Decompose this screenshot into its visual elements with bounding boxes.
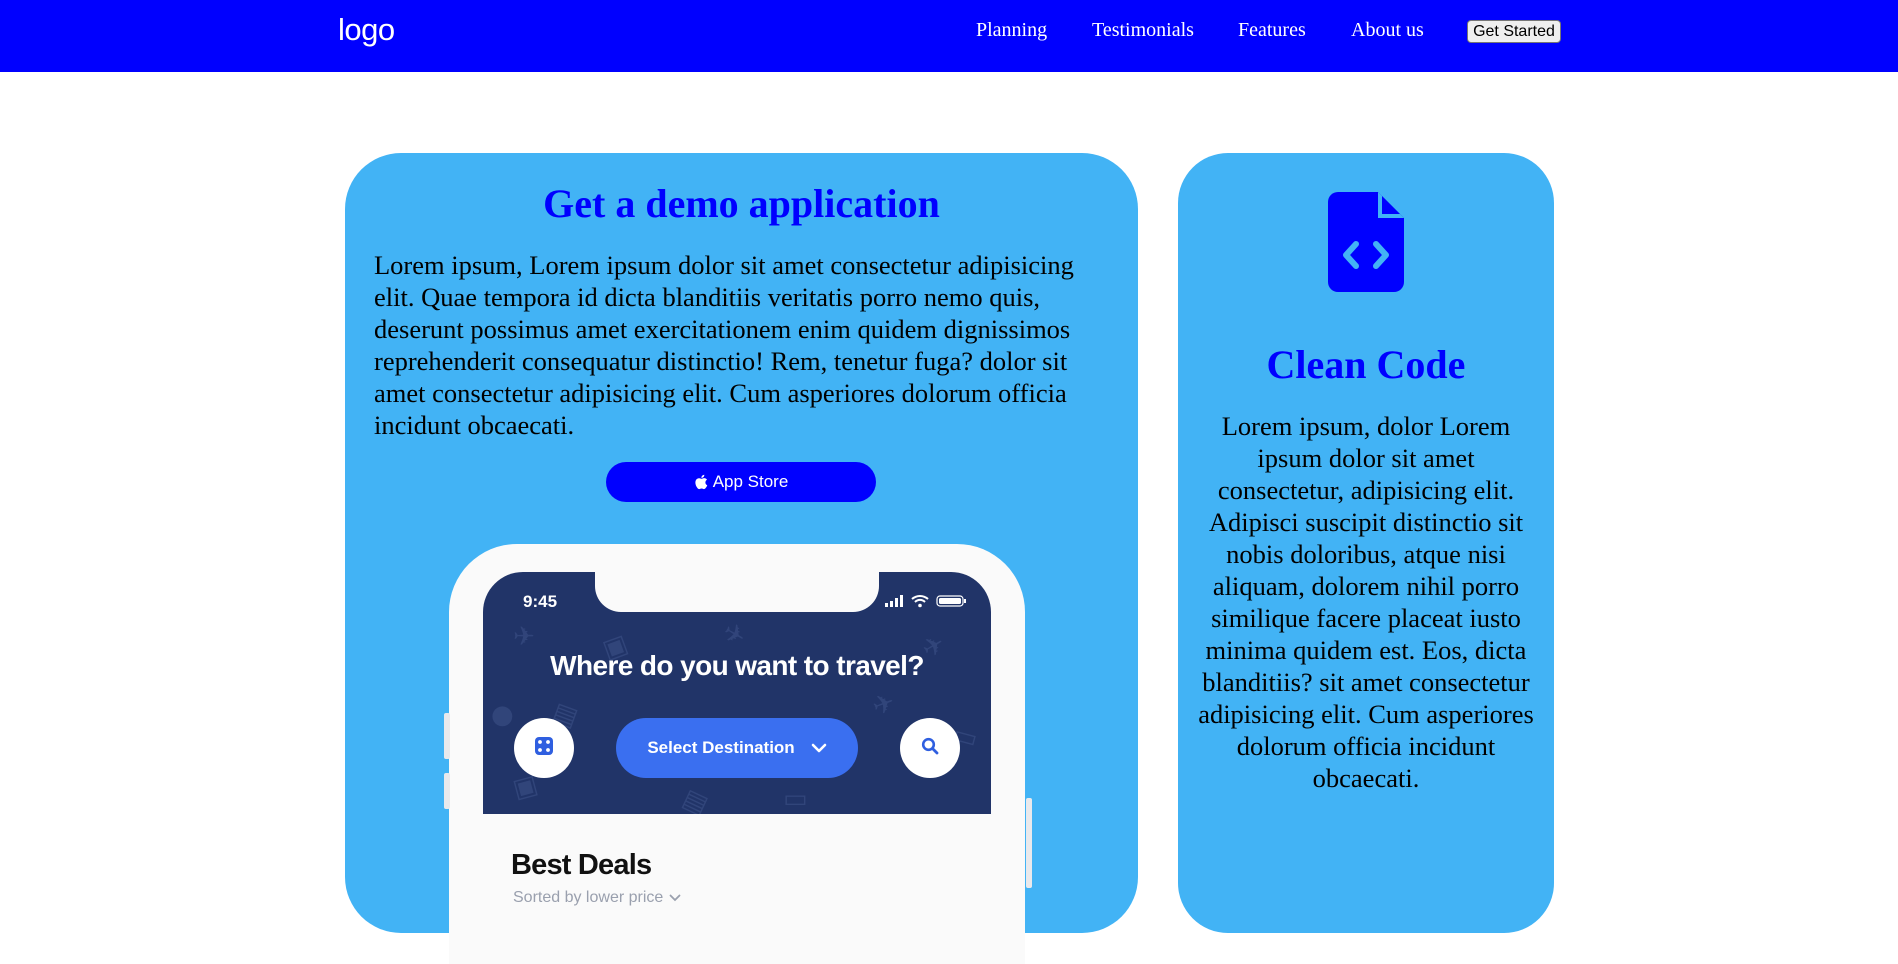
file-code-icon [1328, 192, 1404, 297]
chevron-down-icon [669, 889, 681, 907]
search-icon [921, 737, 939, 760]
demo-card: Get a demo application Lorem ipsum, Lore… [345, 153, 1138, 964]
bed-icon: ▭ [783, 784, 808, 814]
demo-card-title: Get a demo application [543, 181, 940, 226]
nav-planning[interactable]: Planning [976, 19, 1047, 42]
app-store-label: App Store [712, 472, 789, 491]
nav-testimonials[interactable]: Testimonials [1092, 19, 1194, 42]
phone-notch [595, 572, 879, 612]
app-store-button[interactable]: App Store [606, 462, 876, 502]
clean-code-title: Clean Code [1266, 342, 1466, 387]
plane-icon: ✈ [513, 622, 535, 652]
best-deals-title: Best Deals [511, 849, 652, 881]
top-navbar: logo Planning Testimonials Features Abou… [0, 0, 1898, 72]
logo[interactable]: logo [338, 12, 395, 48]
app-screen-header: ✈ ▣ ✈ ✈ ● ▤ ✈ ▭ ▣ ▤ ▭ 9:45 Where do you … [483, 572, 991, 814]
clean-code-text: Lorem ipsum, dolor Lorem ipsum dolor sit… [1198, 411, 1534, 793]
select-destination-label: Select Destination [647, 738, 795, 757]
travel-question: Where do you want to travel? [550, 650, 924, 681]
bag-icon: ▤ [677, 783, 713, 814]
nav-about-us[interactable]: About us [1351, 19, 1424, 42]
phone-side-button [444, 713, 450, 759]
sort-label: Sorted by lower price [513, 889, 664, 906]
status-time: 9:45 [523, 592, 558, 611]
status-icons [885, 594, 967, 613]
phone-mockup: ✈ ▣ ✈ ✈ ● ▤ ✈ ▭ ▣ ▤ ▭ 9:45 Where do you … [449, 544, 1025, 964]
apple-icon [694, 474, 708, 490]
pin-icon: ● [491, 700, 514, 730]
search-button[interactable] [900, 718, 960, 778]
phone-side-button [444, 773, 450, 809]
random-button[interactable] [514, 718, 574, 778]
sort-dropdown[interactable]: Sorted by lower price [513, 889, 681, 907]
nav-features[interactable]: Features [1238, 19, 1306, 42]
clean-code-card: Clean Code Lorem ipsum, dolor Lorem ipsu… [1178, 153, 1554, 933]
dice-icon [535, 736, 553, 760]
chevron-down-icon [811, 738, 827, 758]
plane-icon: ✈ [716, 616, 751, 654]
select-destination-button[interactable]: Select Destination [616, 718, 858, 778]
demo-card-text: Lorem ipsum, Lorem ipsum dolor sit amet … [374, 250, 1074, 440]
phone-side-button [1026, 798, 1032, 888]
plane-icon: ✈ [868, 687, 900, 723]
get-started-button[interactable]: Get Started [1467, 20, 1561, 43]
